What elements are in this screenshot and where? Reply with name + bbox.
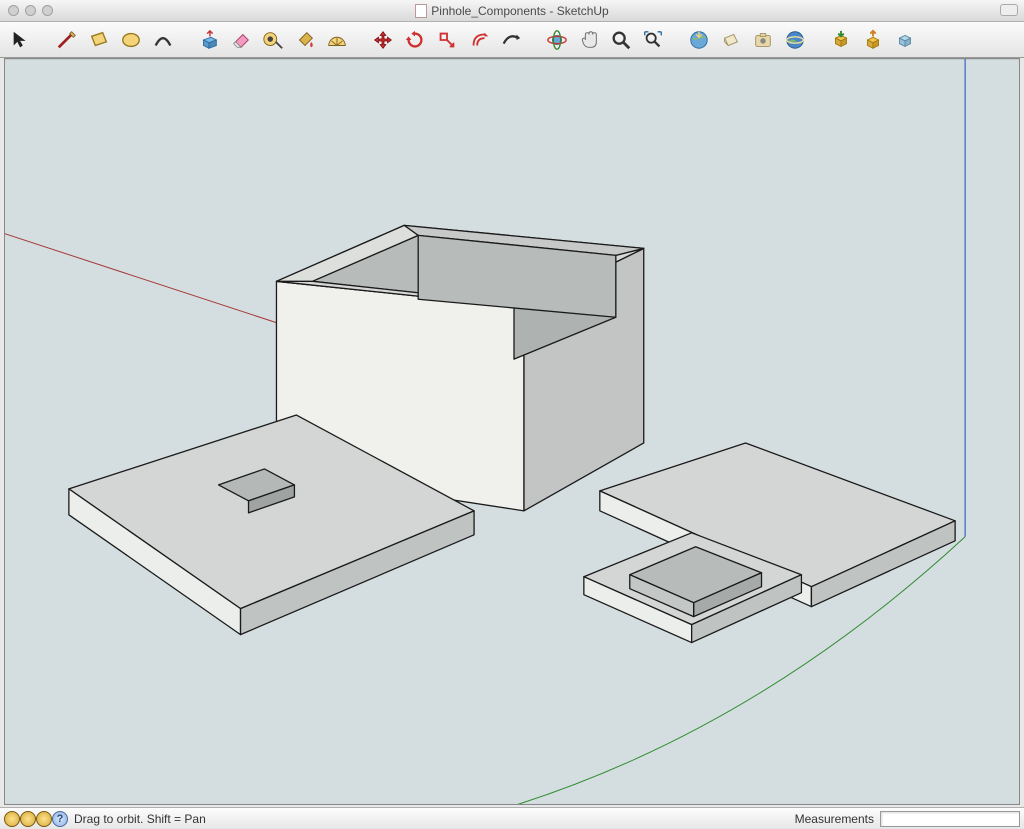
geo-location-icon[interactable]	[20, 811, 36, 827]
status-icons: ?	[4, 811, 68, 827]
share-model-button[interactable]	[716, 25, 746, 55]
select-tool[interactable]	[6, 25, 36, 55]
zoom-extents-tool[interactable]	[638, 25, 668, 55]
google-earth-button[interactable]	[780, 25, 810, 55]
window-title-text: Pinhole_Components - SketchUp	[431, 4, 608, 18]
paint-bucket-tool[interactable]	[290, 25, 320, 55]
measurements-input[interactable]	[880, 811, 1020, 827]
offset-tool[interactable]	[464, 25, 494, 55]
scale-tool[interactable]	[432, 25, 462, 55]
status-hint: Drag to orbit. Shift = Pan	[74, 812, 206, 826]
photo-textures-button[interactable]	[748, 25, 778, 55]
window-titlebar: Pinhole_Components - SketchUp	[0, 0, 1024, 22]
orbit-tool[interactable]	[542, 25, 572, 55]
model-viewport[interactable]	[4, 58, 1020, 805]
status-bar: ? Drag to orbit. Shift = Pan Measurement…	[0, 807, 1024, 829]
instructor-icon[interactable]	[4, 811, 20, 827]
line-tool[interactable]	[52, 25, 82, 55]
zoom-tool[interactable]	[606, 25, 636, 55]
circle-tool[interactable]	[116, 25, 146, 55]
protractor-tool[interactable]	[322, 25, 352, 55]
upload-component-button[interactable]	[858, 25, 888, 55]
eraser-tool[interactable]	[226, 25, 256, 55]
measurements-label: Measurements	[795, 812, 874, 826]
arc-tool[interactable]	[148, 25, 178, 55]
follow-me-tool[interactable]	[496, 25, 526, 55]
window-title: Pinhole_Components - SketchUp	[0, 4, 1024, 18]
document-icon	[415, 4, 427, 18]
pushpull-tool[interactable]	[194, 25, 224, 55]
download-component-button[interactable]	[826, 25, 856, 55]
pan-tool[interactable]	[574, 25, 604, 55]
scene-svg	[5, 59, 1019, 804]
credits-icon[interactable]	[36, 811, 52, 827]
rectangle-tool[interactable]	[84, 25, 114, 55]
move-tool[interactable]	[368, 25, 398, 55]
get-models-button[interactable]	[684, 25, 714, 55]
make-component-button[interactable]	[890, 25, 920, 55]
help-icon[interactable]: ?	[52, 811, 68, 827]
tape-measure-tool[interactable]	[258, 25, 288, 55]
main-toolbar	[0, 22, 1024, 58]
window-pill-button[interactable]	[1000, 4, 1018, 16]
rotate-tool[interactable]	[400, 25, 430, 55]
